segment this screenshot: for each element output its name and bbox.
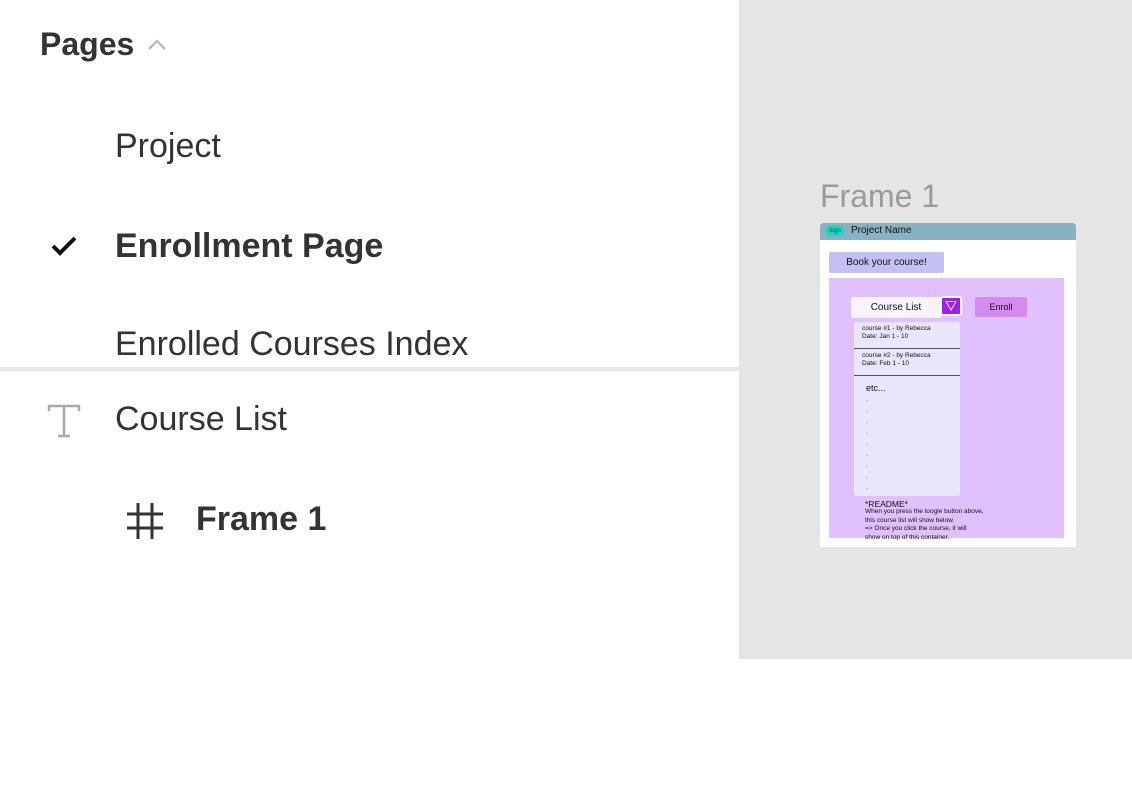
readme-note: *README* When you press the toogle butto…: [865, 500, 1065, 542]
course-title: course #1 - by Rebecca: [862, 325, 931, 332]
pages-panel: Pages Project Enrollment Page Enrolled C…: [0, 0, 739, 810]
book-course-button[interactable]: Book your course!: [829, 252, 944, 273]
course-row[interactable]: course #2 - by Rebecca Date: Feb 1 - 10: [854, 352, 960, 376]
layer-label: Course List: [115, 400, 287, 438]
page-item-enrollment-page[interactable]: Enrollment Page: [0, 211, 739, 281]
course-container: Course List Enroll course #1 - by Rebecc…: [829, 278, 1064, 541]
course-list: course #1 - by Rebecca Date: Jan 1 - 10 …: [854, 322, 960, 496]
page-item-label: Project: [115, 126, 221, 165]
course-date: Date: Feb 1 - 10: [862, 360, 909, 367]
frame-preview[interactable]: logo Project Name Book your course! Cour…: [820, 223, 1076, 547]
chevron-up-icon[interactable]: [146, 34, 168, 56]
course-row[interactable]: course #1 - by Rebecca Date: Jan 1 - 10: [854, 325, 960, 349]
readme-title: *README*: [865, 499, 908, 509]
frame-title[interactable]: Frame 1: [820, 178, 939, 215]
page-item-label: Enrolled Courses Index: [115, 325, 469, 363]
pages-title: Pages: [40, 26, 135, 62]
readme-line: When you press the toogle button above,: [865, 508, 984, 516]
readme-line: this course list will show below.: [865, 516, 955, 524]
pages-header[interactable]: Pages: [40, 26, 168, 63]
canvas[interactable]: Frame 1 logo Project Name Book your cour…: [739, 0, 1132, 659]
project-name: Project Name: [851, 225, 912, 236]
list-placeholder-dots: . . . . . . . . .: [866, 396, 868, 491]
page-item-label: Enrollment Page: [115, 226, 384, 265]
text-icon: [44, 401, 84, 441]
course-date: Date: Jan 1 - 10: [862, 333, 909, 340]
course-list-button[interactable]: Course List: [851, 297, 941, 318]
checkmark-icon: [50, 233, 78, 261]
layer-item-course-list[interactable]: Course List: [0, 386, 739, 456]
readme-line: show on top of this container.: [865, 533, 950, 541]
layer-label: Frame 1: [196, 500, 327, 538]
panel-divider[interactable]: [0, 367, 739, 371]
layer-item-frame-1[interactable]: Frame 1: [81, 486, 337, 810]
course-title: course #2 - by Rebecca: [862, 352, 931, 359]
readme-line: => Once you click the course, it will: [865, 525, 967, 533]
frame-icon: [125, 501, 165, 541]
page-item-project[interactable]: Project: [0, 111, 739, 181]
toggle-button[interactable]: [940, 296, 962, 316]
etc-text: etc...: [866, 383, 886, 393]
logo: logo: [826, 226, 844, 236]
enroll-button[interactable]: Enroll: [975, 297, 1027, 317]
frame-header-bar: logo Project Name: [820, 223, 1076, 240]
page-item-enrolled-courses-index[interactable]: Enrolled Courses Index: [0, 311, 739, 367]
